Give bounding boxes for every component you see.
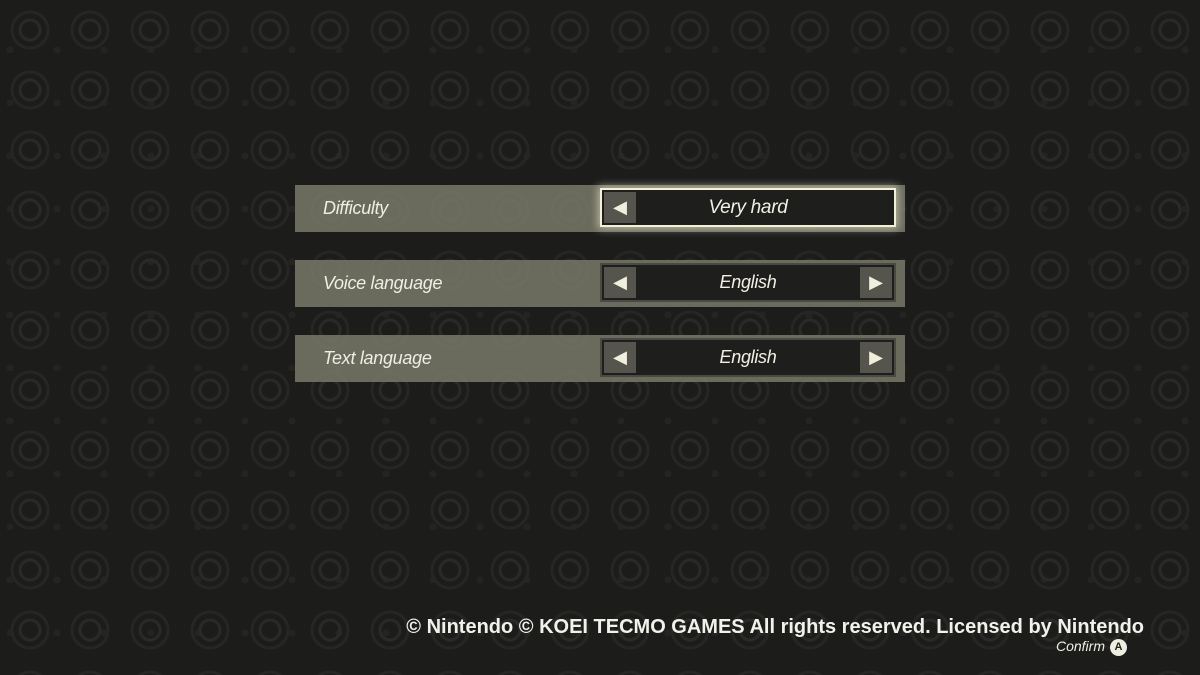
difficulty-selector[interactable]: ◀ Very hard: [600, 188, 896, 227]
setting-row-difficulty[interactable]: Difficulty ◀ Very hard: [295, 185, 905, 232]
setting-label: Difficulty: [323, 198, 389, 218]
confirm-label: Confirm: [1055, 638, 1105, 654]
voice-language-selector[interactable]: ◀ English ▶: [600, 263, 896, 302]
setting-row-text-language[interactable]: Text language ◀ English ▶: [295, 335, 905, 382]
arrow-right-icon[interactable]: ▶: [860, 342, 892, 373]
arrow-left-icon[interactable]: ◀: [604, 342, 636, 373]
arrow-left-icon[interactable]: ◀: [604, 267, 636, 298]
a-button-icon[interactable]: A: [1110, 639, 1127, 656]
setting-row-voice-language[interactable]: Voice language ◀ English ▶: [295, 260, 905, 307]
arrow-right-icon[interactable]: ▶: [860, 267, 892, 298]
setting-value: English: [719, 272, 777, 292]
setting-label: Text language: [323, 348, 432, 368]
text-language-selector[interactable]: ◀ English ▶: [600, 338, 896, 377]
setting-value: Very hard: [708, 197, 788, 218]
setting-label: Voice language: [323, 273, 443, 293]
setting-value: English: [719, 347, 777, 367]
copyright-text: © Nintendo © KOEI TECMO GAMES All rights…: [406, 616, 1144, 638]
arrow-left-icon[interactable]: ◀: [604, 192, 636, 223]
